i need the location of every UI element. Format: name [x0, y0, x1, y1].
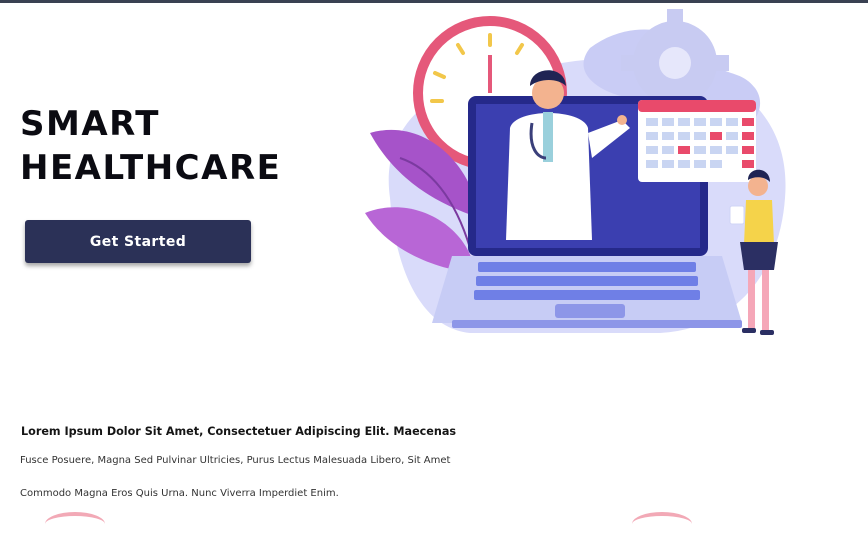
get-started-button[interactable]: Get Started — [25, 220, 251, 263]
trackpad — [555, 304, 625, 318]
intro-text-line-1: Fusce Posuere, Magna Sed Pulvinar Ultric… — [20, 455, 451, 466]
hero-title-line-1: SMART — [20, 104, 160, 144]
doctor-laptop-illustration — [365, 9, 786, 335]
hero-title-line-2: HEALTHCARE — [20, 148, 282, 188]
intro-text-line-2: Commodo Magna Eros Quis Urna. Nunc Viver… — [20, 488, 339, 499]
intro-heading: Lorem Ipsum Dolor Sit Amet, Consectetuer… — [21, 425, 457, 438]
decorative-arc-left — [45, 512, 105, 536]
keyboard — [474, 262, 700, 300]
decorative-arc-right — [632, 512, 692, 536]
top-strip — [0, 0, 868, 3]
calendar-icon — [638, 100, 756, 182]
hero-title: SMART HEALTHCARE — [20, 102, 281, 190]
